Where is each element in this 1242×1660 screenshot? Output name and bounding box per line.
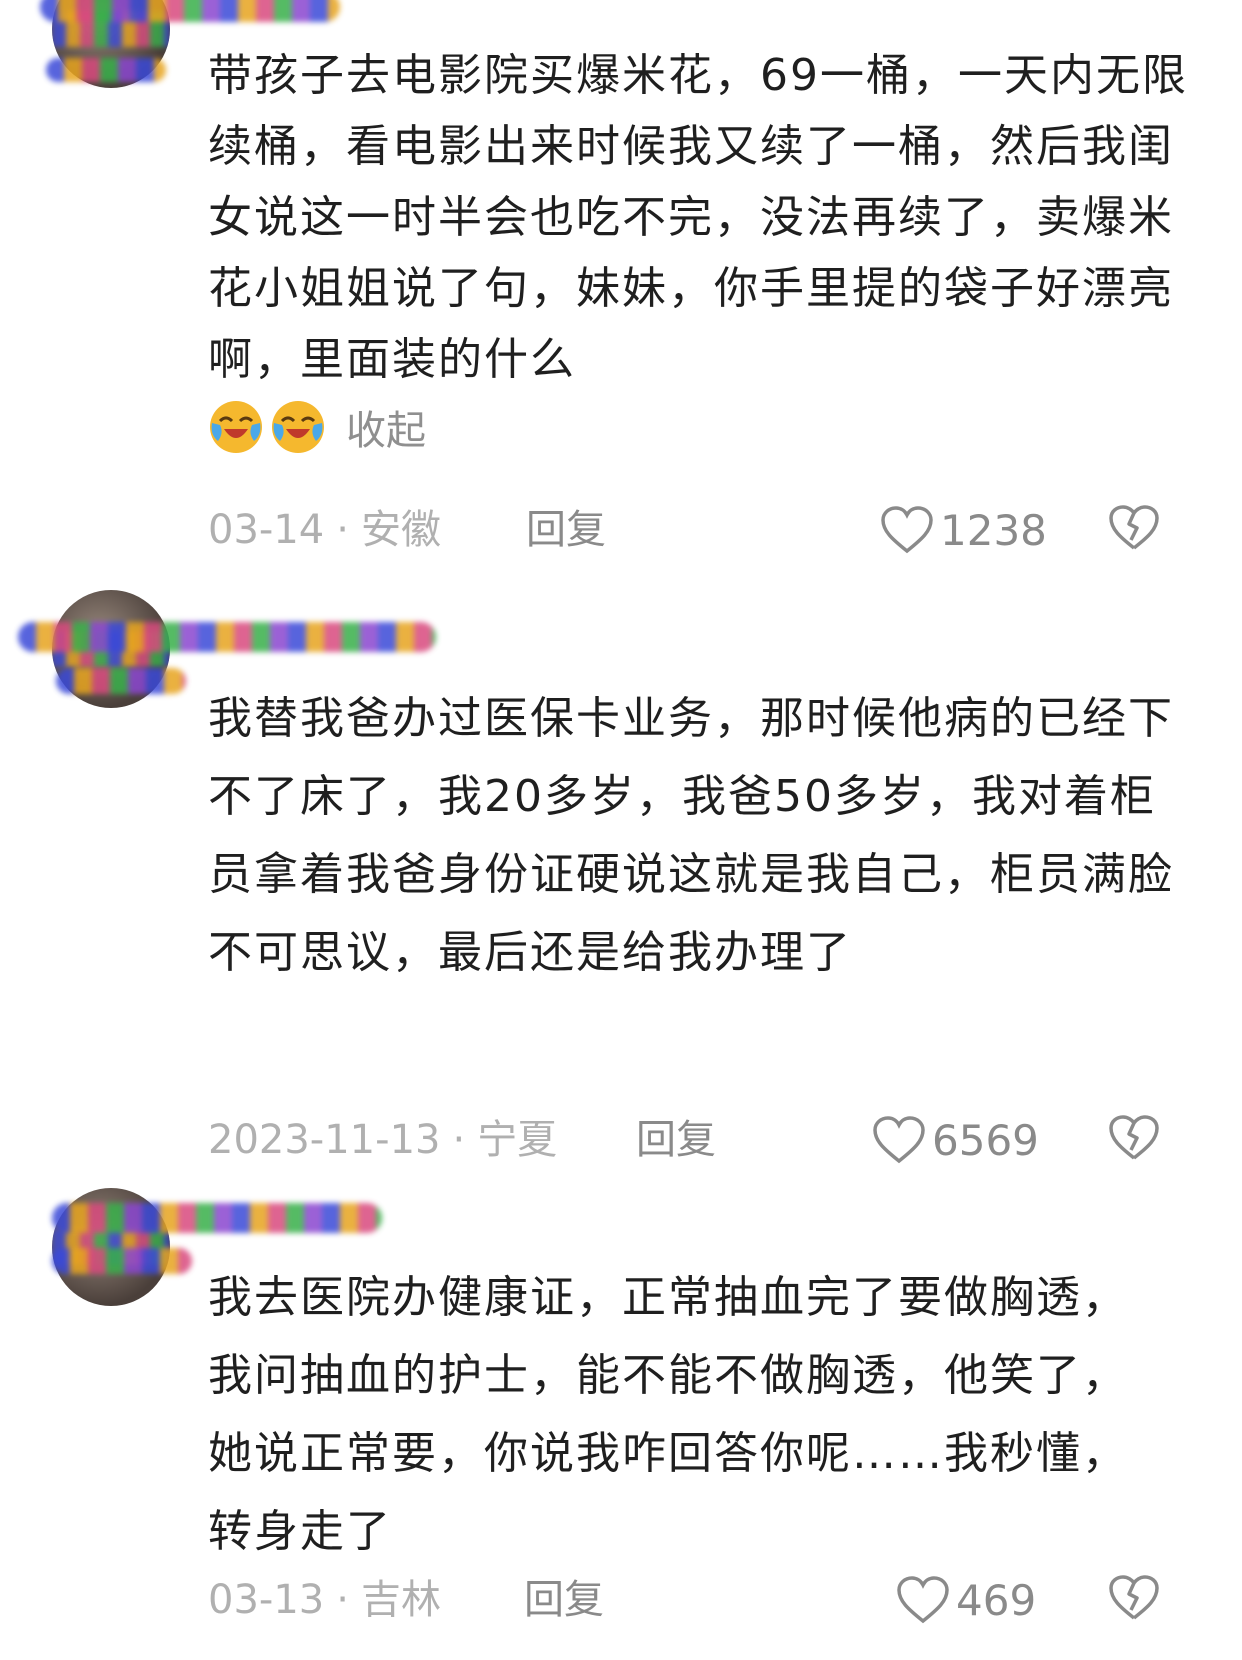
comment-meta: 03-13 · 吉林 回复 469 <box>208 1570 1208 1630</box>
username-mosaic <box>56 668 186 694</box>
like-button[interactable]: 6569 <box>872 1110 1039 1170</box>
heart-icon <box>872 1115 926 1165</box>
heart-icon <box>896 1575 950 1625</box>
like-button[interactable]: 1238 <box>880 500 1047 560</box>
laughing-crying-emoji <box>208 399 264 455</box>
comment-date-location: 2023-11-13 · 宁夏 <box>208 1110 557 1170</box>
dislike-heart-icon[interactable] <box>1108 504 1160 552</box>
emoji-row: 收起 <box>208 398 426 456</box>
comment-text: 带孩子去电影院买爆米花，69一桶，一天内无限续桶，看电影出来时候我又续了一桶，然… <box>208 50 1188 385</box>
comment-meta: 2023-11-13 · 宁夏 回复 6569 <box>208 1110 1208 1170</box>
reply-button[interactable]: 回复 <box>526 500 606 560</box>
comment-date: 03-13 <box>208 1577 325 1623</box>
username-mosaic[interactable] <box>40 0 340 22</box>
comment-date: 03-14 <box>208 507 325 553</box>
comment-location: 吉林 <box>360 1577 441 1623</box>
laughing-crying-emoji <box>270 399 326 455</box>
comment-date-location: 03-13 · 吉林 <box>208 1570 441 1630</box>
comment-date-location: 03-14 · 安徽 <box>208 500 441 560</box>
comment-meta: 03-14 · 安徽 回复 1238 <box>208 500 1208 560</box>
username-mosaic <box>52 1248 192 1274</box>
like-count: 1238 <box>940 505 1047 555</box>
reply-button[interactable]: 回复 <box>636 1110 716 1170</box>
reply-button[interactable]: 回复 <box>524 1570 604 1630</box>
separator-dot: · <box>336 507 349 553</box>
separator-dot: · <box>452 1117 466 1163</box>
comment-location: 安徽 <box>360 507 441 553</box>
comment-text: 我去医院办健康证，正常抽血完了要做胸透，我问抽血的护士，能不能不做胸透，他笑了，… <box>208 1272 1128 1557</box>
comment-date: 2023-11-13 <box>208 1117 441 1163</box>
comment-text: 我替我爸办过医保卡业务，那时候他病的已经下不了床了，我20多岁，我爸50多岁，我… <box>208 693 1174 978</box>
like-count: 6569 <box>932 1115 1039 1165</box>
separator-dot: · <box>336 1577 349 1623</box>
heart-icon <box>880 505 934 555</box>
dislike-heart-icon[interactable] <box>1108 1114 1160 1162</box>
username-mosaic[interactable] <box>52 1203 382 1233</box>
dislike-heart-icon[interactable] <box>1108 1574 1160 1622</box>
username-mosaic <box>46 58 166 82</box>
like-count: 469 <box>956 1575 1037 1625</box>
username-mosaic[interactable] <box>18 622 436 652</box>
comment-location: 宁夏 <box>477 1117 558 1163</box>
like-button[interactable]: 469 <box>896 1570 1036 1630</box>
collapse-link[interactable]: 收起 <box>346 398 426 456</box>
